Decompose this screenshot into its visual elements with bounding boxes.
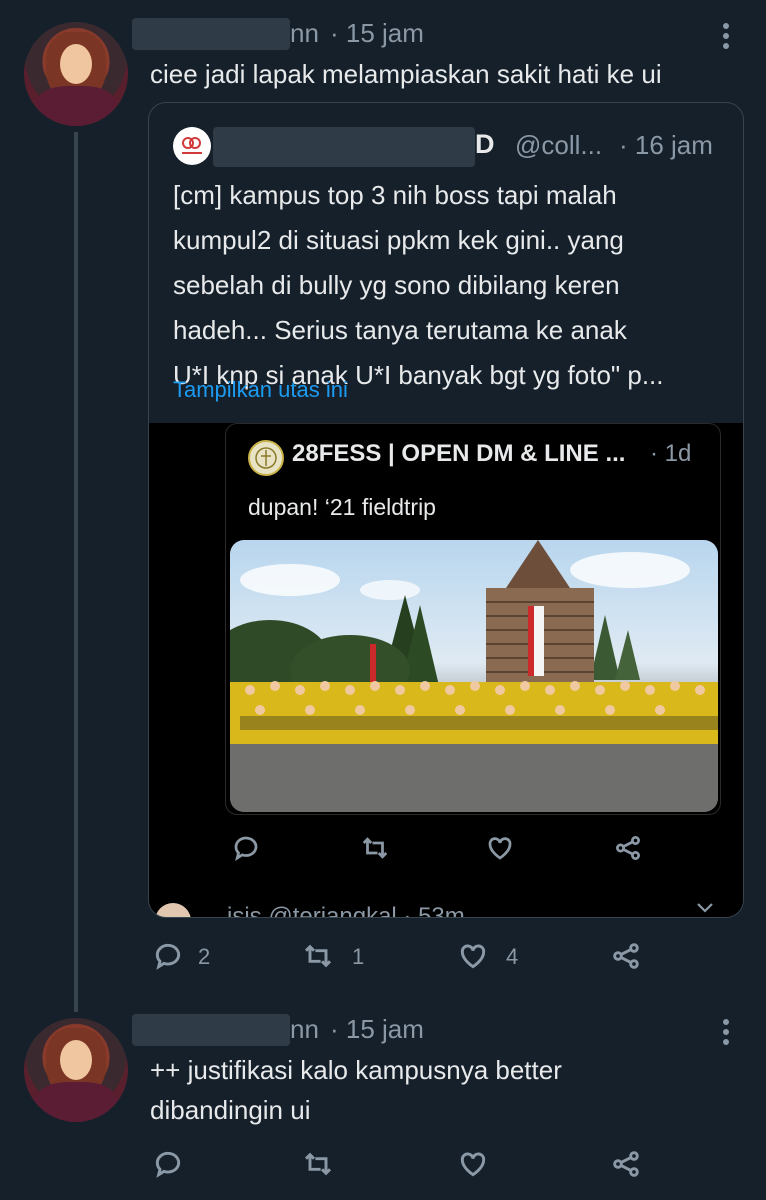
- redacted-name: [132, 1014, 290, 1046]
- redacted-name: [213, 127, 475, 167]
- avatar[interactable]: [24, 1018, 128, 1122]
- text-line: ++ justifikasi kalo kampusnya better: [150, 1055, 562, 1085]
- quoted-avatar: [173, 127, 211, 165]
- embedded-text: dupan! ‘21 fieldtrip: [248, 494, 436, 520]
- avatar[interactable]: [24, 22, 128, 126]
- embedded-image[interactable]: 28FESS | OPEN DM & LINE ... · 1d dupan! …: [149, 423, 743, 917]
- avatar: [155, 903, 191, 917]
- seal-icon: [248, 440, 284, 476]
- text-line: sebelah di bully yg sono dibilang keren: [173, 270, 620, 300]
- embedded-tweet: 28FESS | OPEN DM & LINE ... · 1d dupan! …: [225, 423, 721, 815]
- text-line: dibandingin ui: [150, 1095, 311, 1125]
- embedded-time: · 1d: [650, 440, 692, 467]
- retweet-button[interactable]: [300, 1148, 336, 1185]
- quoted-text: [cm] kampus top 3 nih boss tapi malah ku…: [173, 173, 733, 398]
- redacted-name: [132, 18, 290, 50]
- like-count: 4: [506, 944, 519, 969]
- more-vertical-icon[interactable]: [718, 20, 734, 57]
- text-line: hadeh... Serius tanya terutama ke anak: [173, 315, 627, 345]
- like-button[interactable]: [456, 940, 490, 977]
- handle: @coll...: [515, 130, 603, 160]
- retweet-count: 1: [352, 944, 365, 969]
- text-line: [cm] kampus top 3 nih boss tapi malah: [173, 180, 617, 210]
- text-line: kumpul2 di situasi ppkm kek gini.. yang: [173, 225, 624, 255]
- tweet-text: ciee jadi lapak melampiaskan sakit hati …: [150, 59, 662, 89]
- reply-button[interactable]: [152, 1148, 184, 1185]
- share-button[interactable]: [610, 1148, 642, 1185]
- reply-icon: [231, 833, 261, 868]
- display-name-suffix[interactable]: nn: [290, 1014, 319, 1045]
- timestamp: · 16 jam: [619, 130, 713, 160]
- retweet-icon: [359, 833, 391, 868]
- like-button[interactable]: [456, 1148, 490, 1185]
- timestamp[interactable]: · 15 jam: [330, 1014, 424, 1045]
- brand-logo-icon: [182, 137, 202, 154]
- peek-text: isis @teriangkal · 53m: [227, 903, 465, 917]
- tweet-text: ++ justifikasi kalo kampusnya better dib…: [150, 1050, 562, 1130]
- share-icon: [613, 833, 643, 868]
- more-vertical-icon[interactable]: [718, 1016, 734, 1053]
- reply-button[interactable]: [152, 940, 184, 977]
- timestamp[interactable]: · 15 jam: [330, 18, 424, 49]
- embedded-account: 28FESS | OPEN DM & LINE ...: [292, 440, 626, 467]
- retweet-button[interactable]: [300, 940, 336, 977]
- chevron-down-icon: [695, 901, 715, 917]
- thread-line: [74, 132, 78, 1012]
- share-button[interactable]: [610, 940, 642, 977]
- show-thread-link[interactable]: Tampilkan utas ini: [173, 377, 348, 403]
- quoted-tweet-card[interactable]: D @coll... · 16 jam [cm] kampus top 3 ni…: [148, 102, 744, 918]
- group-photo: [230, 540, 718, 812]
- display-name-suffix: D: [475, 129, 495, 159]
- heart-icon: [485, 833, 515, 868]
- next-tweet-peek: isis @teriangkal · 53m: [149, 897, 743, 917]
- display-name-suffix[interactable]: nn: [290, 18, 319, 49]
- reply-count: 2: [198, 944, 211, 969]
